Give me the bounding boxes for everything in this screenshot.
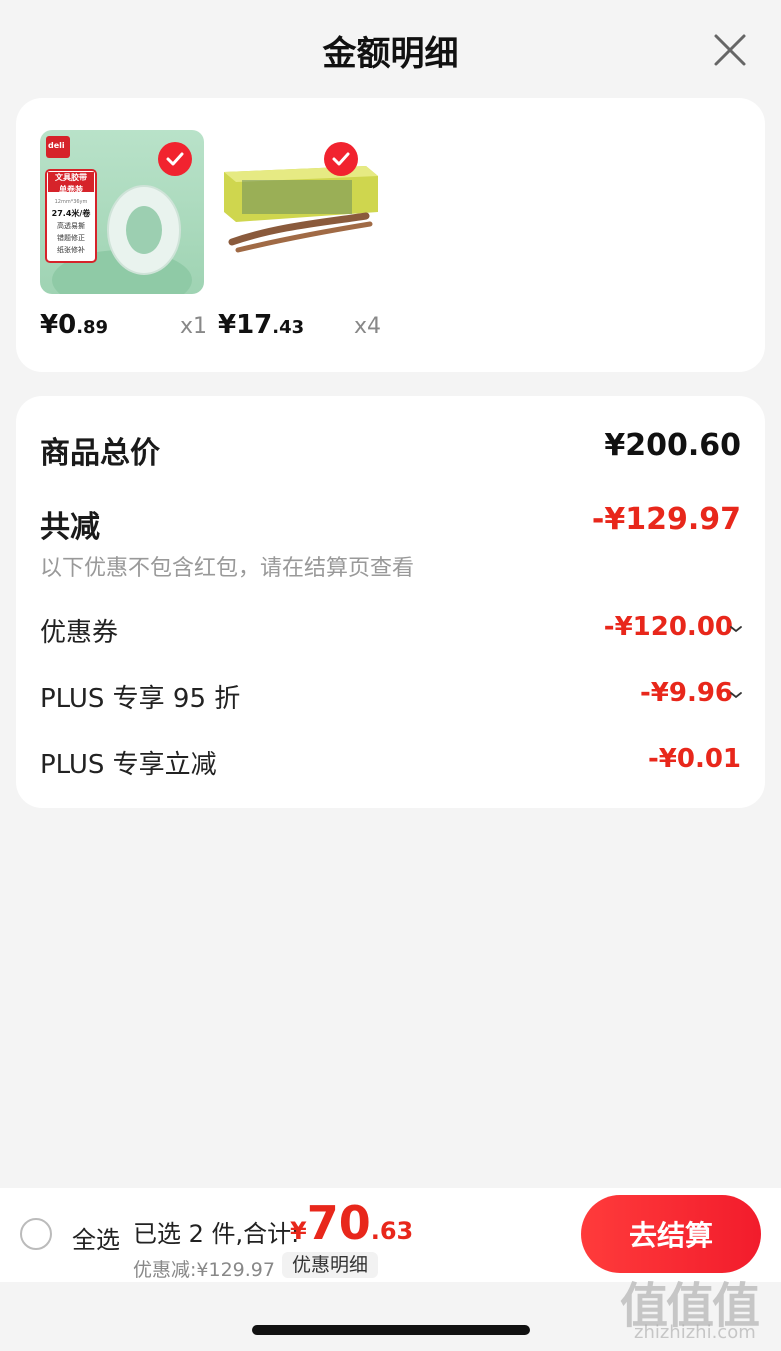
watermark-url: zhizhizhi.com xyxy=(634,1322,756,1343)
products-card: deli 文具胶带 单卷装 12mm*36ym 27.4米/卷 高透易撕 错题修… xyxy=(16,98,765,372)
product-item[interactable]: ¥17.43 x4 xyxy=(218,130,398,345)
plus-instant-reduction-value: -¥0.01 xyxy=(647,744,741,774)
package-label: 文具胶带 单卷装 12mm*36ym 27.4米/卷 高透易撕 错题修正 纸张修… xyxy=(48,172,94,256)
package-line: 高透易撕 xyxy=(57,222,85,230)
package-line: 单卷装 xyxy=(59,185,83,194)
discount-summary: 优惠减:¥129.97 xyxy=(133,1259,275,1281)
plus-discount-amount: -¥9.96 xyxy=(639,678,733,708)
package-line: 12mm*36ym xyxy=(54,199,88,205)
product-quantity: x1 xyxy=(180,314,208,339)
brand-logo: deli xyxy=(48,141,65,150)
package-line: 文具胶带 xyxy=(55,173,87,182)
chevron-down-icon[interactable] xyxy=(729,622,743,636)
product-image-yam[interactable] xyxy=(218,130,382,294)
product-image-tape[interactable]: deli 文具胶带 单卷装 12mm*36ym 27.4米/卷 高透易撕 错题修… xyxy=(40,130,204,294)
price-summary-card: 商品总价 ¥200.60 共减 -¥129.97 以下优惠不包含红包，请在结算页… xyxy=(16,396,765,808)
product-quantity: x4 xyxy=(354,314,382,339)
checkout-button[interactable]: 去结算 xyxy=(581,1195,761,1273)
price-integer: ¥17 xyxy=(218,310,273,340)
grand-total-currency: ¥ xyxy=(290,1217,307,1245)
product-item[interactable]: deli 文具胶带 单卷装 12mm*36ym 27.4米/卷 高透易撕 错题修… xyxy=(40,130,220,345)
close-icon[interactable] xyxy=(708,28,752,72)
package-line: 错题修正 xyxy=(57,234,85,242)
total-reduction-label: 共减 xyxy=(40,510,100,545)
product-price: ¥0.89 xyxy=(40,310,108,340)
price-integer: ¥0 xyxy=(40,310,77,340)
grand-total-integer: 70 xyxy=(306,1196,371,1250)
selected-count-text: 已选 2 件,合计: xyxy=(133,1220,300,1248)
coupon-value: -¥120.00 xyxy=(603,612,742,642)
select-all-label[interactable]: 全选 xyxy=(72,1220,120,1255)
discount-detail-button[interactable]: 优惠明细 xyxy=(282,1252,379,1278)
total-price-value: ¥200.60 xyxy=(604,428,741,463)
price-decimal: .89 xyxy=(76,317,109,338)
coupon-label: 优惠券 xyxy=(40,618,119,648)
reduction-note: 以下优惠不包含红包，请在结算页查看 xyxy=(40,556,415,581)
price-decimal: .43 xyxy=(272,317,305,338)
select-all-checkbox[interactable] xyxy=(20,1218,52,1250)
page-title: 金额明细 xyxy=(322,34,459,74)
product-price: ¥17.43 xyxy=(218,310,304,340)
plus-instant-reduction-label: PLUS 专享立减 xyxy=(40,750,217,780)
total-price-label: 商品总价 xyxy=(40,436,160,471)
package-line: 27.4米/卷 xyxy=(51,209,91,218)
grand-total-decimal: .63 xyxy=(370,1217,414,1245)
package-line: 纸张修补 xyxy=(57,246,85,254)
watermark: 值值值 zhizhizhi.com xyxy=(620,1266,780,1350)
selected-check-icon[interactable] xyxy=(158,142,192,176)
grand-total: ¥70.63 xyxy=(290,1196,413,1250)
total-reduction-value: -¥129.97 xyxy=(591,502,741,537)
home-indicator xyxy=(252,1325,530,1335)
selected-check-icon[interactable] xyxy=(324,142,358,176)
chevron-down-icon[interactable] xyxy=(729,688,743,702)
plus-discount-value: -¥9.96 xyxy=(639,678,742,708)
plus-discount-label: PLUS 专享 95 折 xyxy=(40,684,241,714)
coupon-amount: -¥120.00 xyxy=(603,612,733,642)
